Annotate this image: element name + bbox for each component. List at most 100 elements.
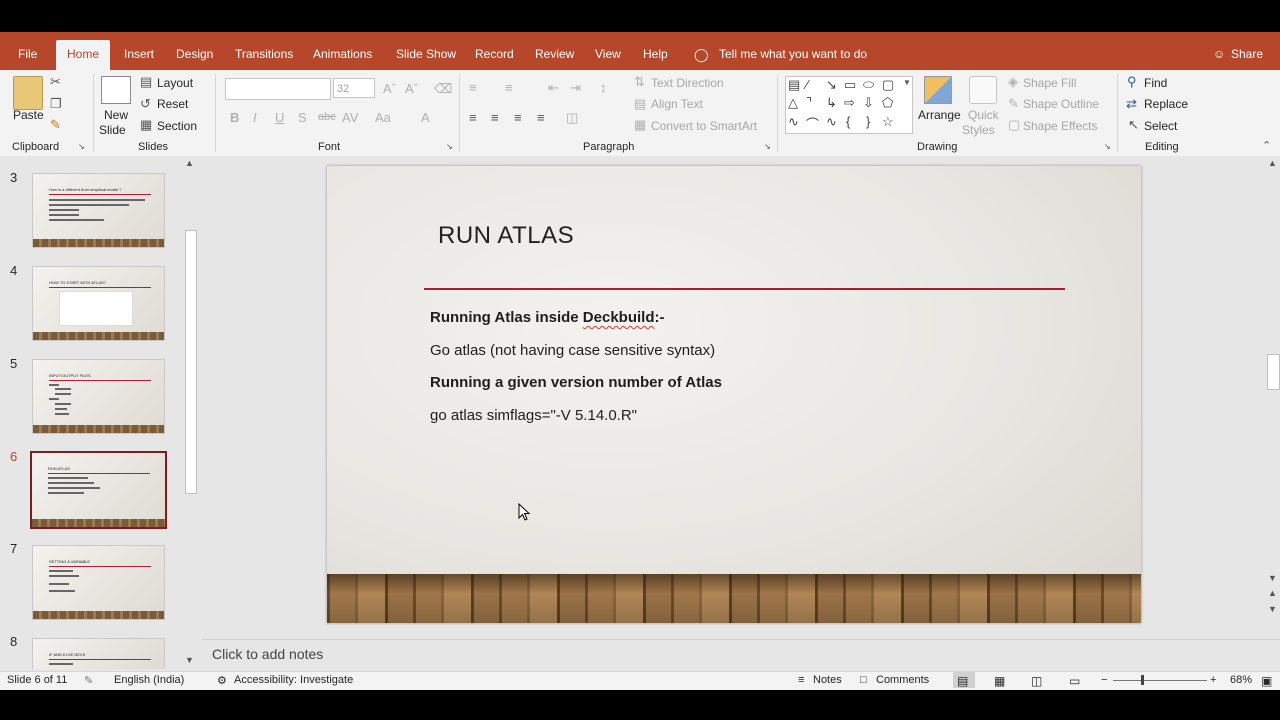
normal-view-icon[interactable]: ▤ bbox=[957, 674, 968, 688]
char-spacing-icon[interactable]: AV bbox=[342, 110, 358, 125]
collapse-ribbon-icon[interactable]: ⌃ bbox=[1262, 139, 1271, 152]
notes-placeholder[interactable]: Click to add notes bbox=[212, 646, 323, 662]
align-left-icon[interactable]: ≡ bbox=[469, 110, 477, 125]
triangle-shape-icon[interactable]: △ bbox=[788, 95, 798, 111]
reset-button[interactable]: Reset bbox=[157, 97, 188, 111]
section-button[interactable]: Section bbox=[157, 119, 197, 133]
paste-button[interactable]: Paste bbox=[13, 108, 44, 122]
shapes-gallery[interactable]: ▤ ∕ ↘ ▭ ⬭ ▢ △ ⌝ ↳ ⇨ ⇩ ⬠ ∿ ⌒ ∿ { } ☆ bbox=[785, 76, 913, 134]
tell-me-search[interactable]: Tell me what you want to do bbox=[719, 47, 867, 61]
right-brace-shape-icon[interactable]: } bbox=[866, 114, 870, 129]
slide-thumbnail-4[interactable]: HOW TO START WITH ATLAS? bbox=[32, 266, 165, 341]
format-painter-icon[interactable]: ✎ bbox=[50, 117, 61, 133]
textbox-shape-icon[interactable]: ▤ bbox=[788, 77, 800, 93]
copy-icon[interactable]: ❐ bbox=[50, 96, 62, 112]
tab-help[interactable]: Help bbox=[643, 47, 668, 61]
star-shape-icon[interactable]: ☆ bbox=[882, 114, 894, 130]
clipboard-launcher-icon[interactable]: ↘ bbox=[78, 142, 85, 151]
line-spacing-icon[interactable]: ↕ bbox=[600, 80, 607, 95]
zoom-level[interactable]: 68% bbox=[1230, 674, 1252, 686]
share-button[interactable]: Share bbox=[1231, 47, 1263, 61]
scroll-up-icon[interactable]: ▲ bbox=[185, 158, 194, 168]
bullets-icon[interactable]: ≡ bbox=[469, 80, 477, 95]
layout-button[interactable]: Layout bbox=[157, 76, 193, 90]
paragraph-launcher-icon[interactable]: ↘ bbox=[764, 142, 771, 151]
thumbnail-scrollbar-thumb[interactable] bbox=[185, 230, 197, 494]
notes-button[interactable]: Notes bbox=[813, 674, 842, 686]
down-arrow-shape-icon[interactable]: ⇩ bbox=[863, 95, 874, 111]
underline-icon[interactable]: U bbox=[275, 110, 284, 125]
text-direction-button[interactable]: Text Direction bbox=[651, 76, 724, 90]
rounded-rect-shape-icon[interactable]: ▢ bbox=[882, 77, 894, 93]
cut-icon[interactable]: ✂ bbox=[50, 74, 61, 90]
increase-indent-icon[interactable]: ⇥ bbox=[570, 80, 581, 96]
columns-icon[interactable]: ◫ bbox=[566, 110, 578, 126]
left-brace-shape-icon[interactable]: { bbox=[846, 114, 850, 129]
shape-effects-button[interactable]: Shape Effects bbox=[1023, 119, 1098, 133]
font-size-box[interactable]: 32 bbox=[333, 78, 375, 98]
accessibility-button[interactable]: Accessibility: Investigate bbox=[234, 674, 353, 686]
justify-icon[interactable]: ≡ bbox=[537, 110, 545, 125]
arrange-button[interactable]: Arrange bbox=[918, 108, 961, 122]
tab-view[interactable]: View bbox=[595, 47, 621, 61]
tab-insert[interactable]: Insert bbox=[124, 47, 154, 61]
comments-button[interactable]: Comments bbox=[876, 674, 929, 686]
numbering-icon[interactable]: ≡ bbox=[505, 80, 513, 95]
slide-canvas[interactable]: RUN ATLAS Running Atlas inside Deckbuild… bbox=[327, 166, 1141, 623]
tab-slideshow[interactable]: Slide Show bbox=[396, 47, 456, 61]
shrink-font-icon[interactable]: Aˇ bbox=[405, 81, 418, 96]
shape-outline-button[interactable]: Shape Outline bbox=[1023, 97, 1099, 111]
slide-thumbnail-5[interactable]: INPUT/OUTPUT FILES bbox=[32, 359, 165, 434]
quick-styles-label-1[interactable]: Quick bbox=[968, 108, 999, 122]
elbow-arrow-shape-icon[interactable]: ↳ bbox=[826, 95, 837, 111]
right-arrow-shape-icon[interactable]: ⇨ bbox=[844, 95, 855, 111]
arrow-shape-icon[interactable]: ↘ bbox=[826, 77, 837, 93]
line-shape-icon[interactable]: ∕ bbox=[806, 77, 808, 92]
reading-view-icon[interactable]: ◫ bbox=[1031, 674, 1042, 688]
quick-styles-icon[interactable] bbox=[969, 76, 997, 104]
curve-shape-icon[interactable]: ∿ bbox=[826, 114, 837, 130]
fit-slide-icon[interactable]: ▣ bbox=[1261, 674, 1272, 688]
zoom-in-icon[interactable]: + bbox=[1210, 674, 1216, 686]
scroll-down-icon[interactable]: ▼ bbox=[1268, 573, 1277, 583]
tab-home[interactable]: Home bbox=[56, 40, 110, 70]
bold-icon[interactable]: B bbox=[230, 110, 239, 125]
slideshow-view-icon[interactable]: ▭ bbox=[1069, 674, 1080, 688]
slide-scrollbar[interactable]: ▲ ▼ ▲ ▼ bbox=[1266, 158, 1280, 620]
align-right-icon[interactable]: ≡ bbox=[514, 110, 522, 125]
align-center-icon[interactable]: ≡ bbox=[491, 110, 499, 125]
previous-slide-icon[interactable]: ▲ bbox=[1268, 588, 1277, 598]
pentagon-shape-icon[interactable]: ⬠ bbox=[882, 95, 893, 111]
spellcheck-icon[interactable]: ✎ bbox=[84, 674, 93, 687]
zoom-slider-track[interactable] bbox=[1113, 680, 1207, 681]
notes-pane[interactable] bbox=[202, 639, 1280, 672]
scroll-up-icon[interactable]: ▲ bbox=[1268, 158, 1277, 168]
font-color-icon[interactable]: A bbox=[421, 110, 430, 125]
slide-sorter-icon[interactable]: ▦ bbox=[994, 674, 1005, 688]
tab-review[interactable]: Review bbox=[535, 47, 574, 61]
slide-scrollbar-thumb[interactable] bbox=[1267, 354, 1280, 390]
elbow-shape-icon[interactable]: ⌝ bbox=[806, 95, 812, 111]
clear-formatting-icon[interactable]: ⌫ bbox=[434, 81, 452, 97]
oval-shape-icon[interactable]: ⬭ bbox=[863, 77, 874, 93]
paste-icon[interactable] bbox=[13, 76, 43, 110]
slide-thumbnail-3[interactable]: How is a different from empirical model … bbox=[32, 173, 165, 248]
arc-shape-icon[interactable]: ⌒ bbox=[806, 114, 819, 133]
slide-bullet-2[interactable]: Go atlas (not having case sensitive synt… bbox=[430, 342, 715, 359]
thumbnail-scrollbar[interactable]: ▲ ▼ bbox=[184, 158, 197, 668]
scroll-down-icon[interactable]: ▼ bbox=[185, 655, 194, 665]
tab-transitions[interactable]: Transitions bbox=[235, 47, 293, 61]
zoom-out-icon[interactable]: − bbox=[1101, 674, 1107, 686]
grow-font-icon[interactable]: Aˆ bbox=[383, 81, 396, 96]
zoom-slider-thumb[interactable] bbox=[1141, 675, 1144, 685]
tab-design[interactable]: Design bbox=[176, 47, 213, 61]
next-slide-icon[interactable]: ▼ bbox=[1268, 604, 1277, 614]
slide-bullet-4[interactable]: go atlas simflags="-V 5.14.0.R" bbox=[430, 407, 637, 424]
slide-thumbnail-8[interactable]: IF AND ELSE DECK bbox=[32, 638, 165, 669]
gallery-more-icon[interactable]: ▼ bbox=[903, 78, 911, 87]
tab-file[interactable]: File bbox=[18, 47, 37, 61]
new-slide-label-2[interactable]: Slide bbox=[99, 123, 126, 137]
slide-thumbnail-7[interactable]: SETTING A VARIABLE bbox=[32, 545, 165, 620]
drawing-launcher-icon[interactable]: ↘ bbox=[1104, 142, 1111, 151]
decrease-indent-icon[interactable]: ⇤ bbox=[548, 80, 559, 96]
